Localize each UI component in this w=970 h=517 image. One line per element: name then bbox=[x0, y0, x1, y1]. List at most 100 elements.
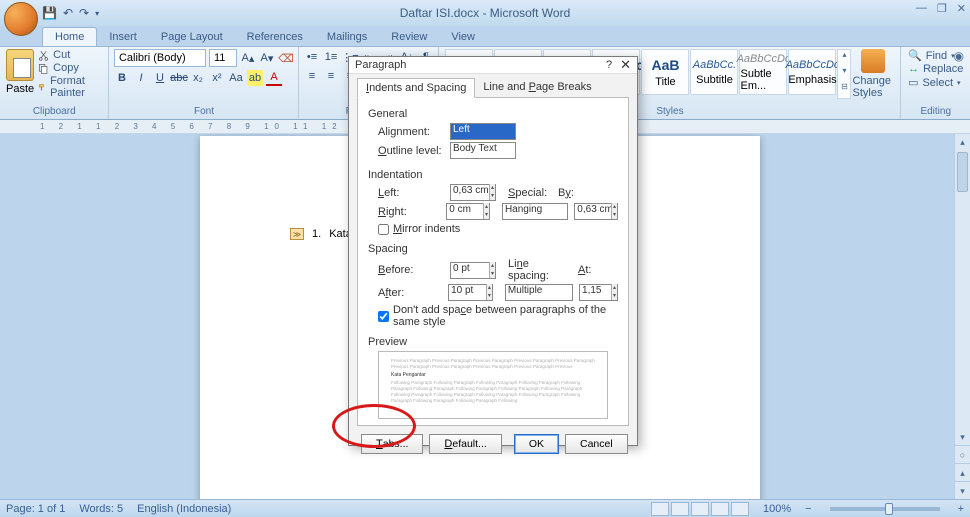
tab-indents-spacing[interactable]: IIndents and Spacingndents and Spacing bbox=[357, 78, 475, 98]
format-painter-button[interactable]: Format Painter bbox=[38, 75, 102, 99]
font-group-label: Font bbox=[194, 105, 214, 117]
line-spacing-select[interactable]: Multiple bbox=[505, 284, 573, 301]
italic-button[interactable]: I bbox=[133, 70, 149, 86]
strikethrough-button[interactable]: abc bbox=[171, 70, 187, 86]
highlight-button[interactable]: ab bbox=[247, 70, 263, 86]
zoom-thumb[interactable] bbox=[885, 503, 893, 515]
cut-button[interactable]: Cut bbox=[38, 49, 102, 61]
maximize-button[interactable]: ❐ bbox=[937, 2, 947, 15]
redo-icon[interactable]: ↷ bbox=[79, 6, 89, 20]
change-case-button[interactable]: Aa bbox=[228, 70, 244, 86]
indent-left-spinner[interactable]: 0,63 cm bbox=[450, 184, 496, 201]
bold-button[interactable]: B bbox=[114, 70, 130, 86]
browse-object-icon[interactable]: ○ bbox=[955, 445, 970, 463]
mirror-indents-checkbox[interactable] bbox=[378, 224, 389, 235]
view-outline[interactable] bbox=[711, 502, 729, 516]
paste-button[interactable]: Paste bbox=[6, 49, 34, 99]
tab-line-page-breaks[interactable]: Line and Page Breaks bbox=[475, 78, 599, 98]
mirror-indents-label: Mirror indents bbox=[393, 223, 460, 235]
section-general: General bbox=[368, 108, 618, 120]
scroll-up-icon[interactable]: ▴ bbox=[955, 134, 970, 150]
grow-font-button[interactable]: A▴ bbox=[240, 50, 256, 66]
undo-icon[interactable]: ↶ bbox=[63, 6, 73, 20]
view-draft[interactable] bbox=[731, 502, 749, 516]
superscript-button[interactable]: x² bbox=[209, 70, 225, 86]
bullets-button[interactable]: •≡ bbox=[304, 49, 320, 65]
status-page[interactable]: Page: 1 of 1 bbox=[6, 503, 65, 515]
at-label: At: bbox=[578, 264, 602, 276]
list-number: 1. bbox=[312, 228, 321, 240]
underline-button[interactable]: U bbox=[152, 70, 168, 86]
before-spinner[interactable]: 0 pt bbox=[450, 262, 496, 279]
style-gallery-item[interactable]: AaBTitle bbox=[641, 49, 689, 95]
find-icon: 🔍 bbox=[908, 49, 922, 62]
change-styles-button[interactable]: Change Styles bbox=[852, 49, 894, 99]
styles-group-label: Styles bbox=[656, 105, 683, 117]
replace-button[interactable]: ↔Replace bbox=[908, 63, 963, 75]
zoom-in-button[interactable]: + bbox=[958, 503, 964, 515]
at-spinner[interactable]: 1,15 bbox=[579, 284, 618, 301]
style-gallery-item[interactable]: AaBbCcDcSubtle Em... bbox=[739, 49, 787, 95]
vertical-scrollbar[interactable]: ▴ ▾ ○ ▴ ▾ bbox=[954, 134, 970, 499]
select-icon: ▭ bbox=[908, 76, 918, 89]
tab-home[interactable]: Home bbox=[42, 27, 97, 46]
dont-add-space-label: Don't add space between paragraphs of th… bbox=[393, 304, 618, 328]
save-icon[interactable]: 💾 bbox=[42, 6, 57, 20]
tab-references[interactable]: References bbox=[235, 28, 315, 46]
next-page-icon[interactable]: ▾ bbox=[955, 481, 970, 499]
special-select[interactable]: Hanging bbox=[502, 203, 568, 220]
view-web[interactable] bbox=[691, 502, 709, 516]
prev-page-icon[interactable]: ▴ bbox=[955, 463, 970, 481]
dialog-titlebar[interactable]: Paragraph ? ✕ bbox=[349, 57, 637, 74]
ok-button[interactable]: OK bbox=[514, 434, 559, 454]
minimize-button[interactable]: — bbox=[916, 2, 927, 15]
tab-review[interactable]: Review bbox=[379, 28, 439, 46]
copy-button[interactable]: Copy bbox=[38, 62, 102, 74]
tab-page-layout[interactable]: Page Layout bbox=[149, 28, 235, 46]
ribbon-help-icon[interactable]: ◉ bbox=[954, 49, 964, 63]
dialog-title-text: Paragraph bbox=[355, 59, 406, 71]
status-language[interactable]: English (Indonesia) bbox=[137, 503, 231, 515]
zoom-level[interactable]: 100% bbox=[763, 503, 791, 515]
status-words[interactable]: Words: 5 bbox=[79, 503, 123, 515]
outline-label: Outline level: bbox=[378, 145, 444, 157]
office-button[interactable] bbox=[4, 2, 38, 36]
indent-right-spinner[interactable]: 0 cm bbox=[446, 203, 490, 220]
after-label: After: bbox=[378, 287, 442, 299]
subscript-button[interactable]: x₂ bbox=[190, 70, 206, 86]
clear-formatting-button[interactable]: ⌫ bbox=[278, 50, 294, 66]
qat-dropdown-icon[interactable]: ▾ bbox=[95, 9, 99, 18]
select-button[interactable]: ▭Select▾ bbox=[908, 76, 963, 89]
font-size-combo[interactable] bbox=[209, 49, 237, 67]
align-center-button[interactable]: ≡ bbox=[323, 68, 339, 84]
after-spinner[interactable]: 10 pt bbox=[448, 284, 493, 301]
tab-view[interactable]: View bbox=[439, 28, 487, 46]
tab-mailings[interactable]: Mailings bbox=[315, 28, 379, 46]
style-gallery-scroll[interactable]: ▴ ▾ ⊟ bbox=[837, 49, 851, 99]
cancel-button[interactable]: Cancel bbox=[565, 434, 628, 454]
view-full-screen[interactable] bbox=[671, 502, 689, 516]
copy-label: Copy bbox=[53, 62, 79, 74]
view-print-layout[interactable] bbox=[651, 502, 669, 516]
style-gallery-item[interactable]: AaBbCc.Subtitle bbox=[690, 49, 738, 95]
numbering-button[interactable]: 1≡ bbox=[323, 49, 339, 65]
dialog-close-button[interactable]: ✕ bbox=[620, 57, 631, 73]
font-name-combo[interactable] bbox=[114, 49, 206, 67]
alignment-select[interactable]: Left bbox=[450, 123, 516, 140]
zoom-slider[interactable] bbox=[830, 507, 940, 511]
close-button[interactable]: ✕ bbox=[957, 2, 966, 15]
outline-select[interactable]: Body Text bbox=[450, 142, 516, 159]
style-gallery-item[interactable]: AaBbCcDcEmphasis bbox=[788, 49, 836, 95]
default-button[interactable]: Default... bbox=[429, 434, 501, 454]
by-spinner[interactable]: 0,63 cm bbox=[574, 203, 618, 220]
shrink-font-button[interactable]: A▾ bbox=[259, 50, 275, 66]
align-left-button[interactable]: ≡ bbox=[304, 68, 320, 84]
dont-add-space-checkbox[interactable] bbox=[378, 311, 389, 322]
zoom-out-button[interactable]: − bbox=[805, 503, 811, 515]
font-color-button[interactable]: A bbox=[266, 70, 282, 86]
scroll-down-icon[interactable]: ▾ bbox=[955, 429, 970, 445]
tabs-button[interactable]: Tabs... bbox=[361, 434, 423, 454]
dialog-help-button[interactable]: ? bbox=[606, 59, 612, 71]
scroll-thumb[interactable] bbox=[957, 152, 968, 192]
tab-insert[interactable]: Insert bbox=[97, 28, 149, 46]
